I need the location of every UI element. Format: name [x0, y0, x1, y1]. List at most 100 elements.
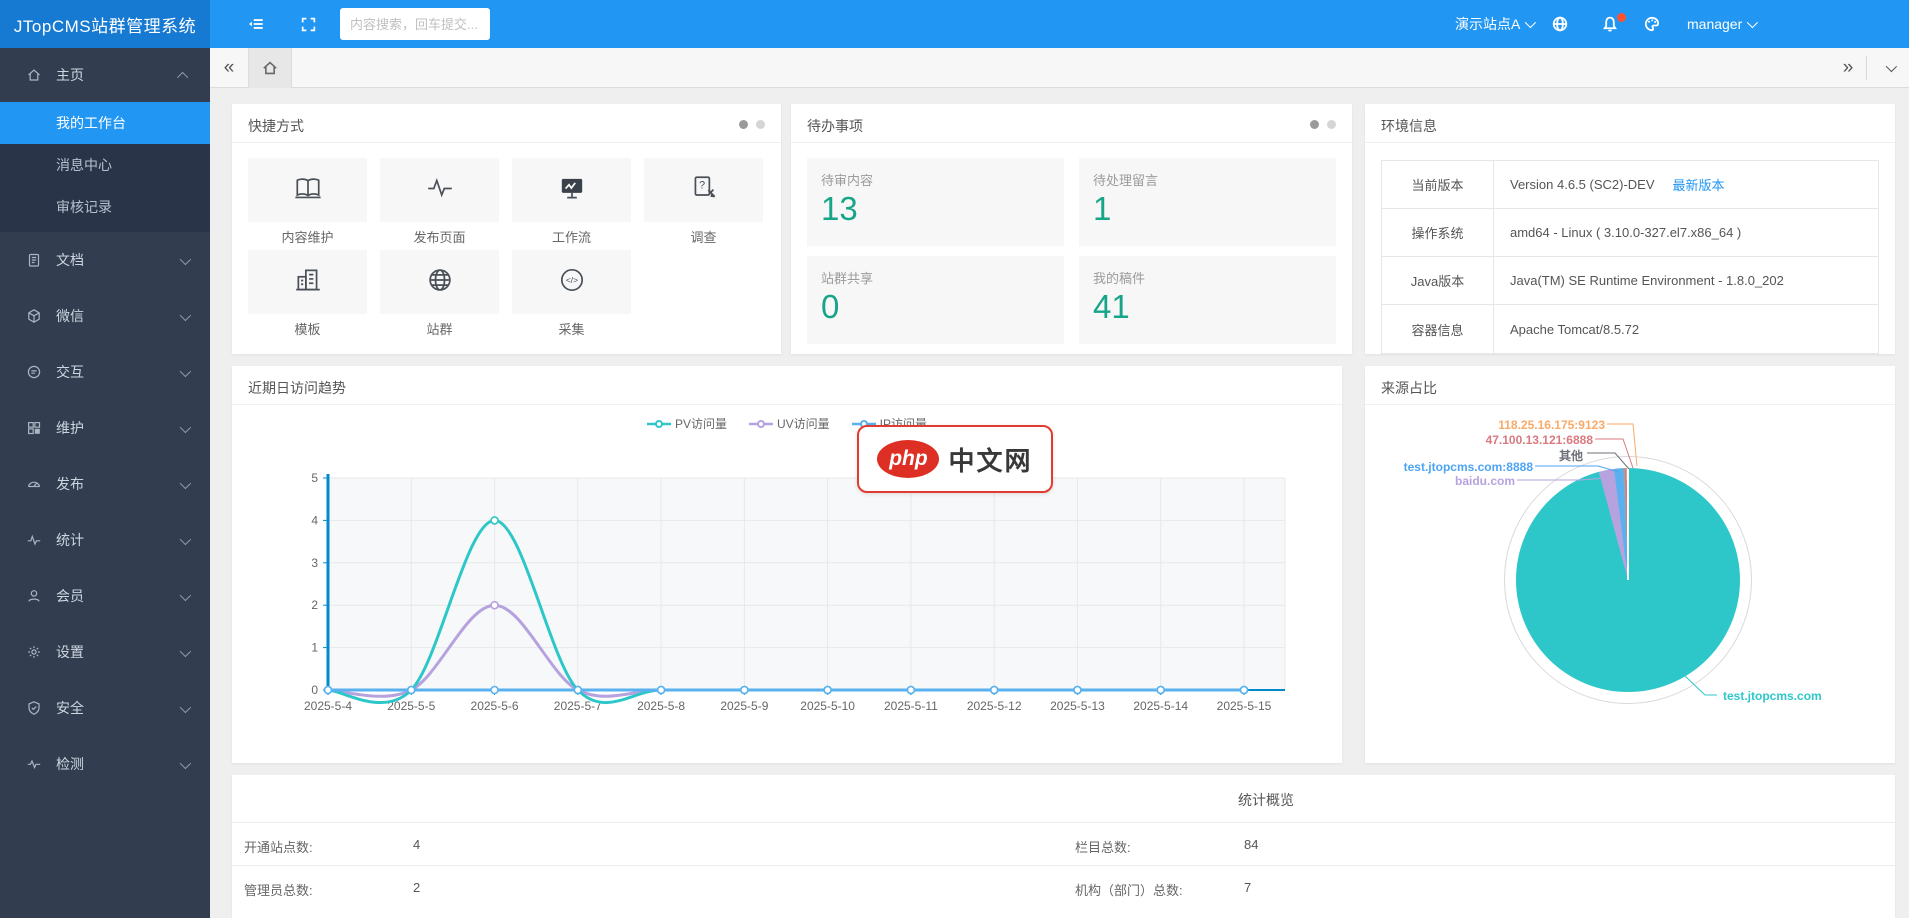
- php-watermark: php 中文网: [857, 425, 1053, 493]
- svg-text:2025-5-11: 2025-5-11: [884, 699, 938, 713]
- sidebar-item-2[interactable]: 微信: [0, 288, 210, 344]
- sidebar-subitem[interactable]: 审核记录: [0, 186, 210, 228]
- svg-text:1: 1: [311, 641, 318, 655]
- env-key: 容器信息: [1382, 305, 1494, 353]
- shortcut-tile[interactable]: [512, 158, 631, 222]
- carousel-dots: [739, 120, 765, 129]
- shortcut-tile[interactable]: [248, 250, 367, 314]
- tabs-scroll-right-button[interactable]: »: [1831, 48, 1865, 88]
- pie-label: baidu.com: [1455, 474, 1515, 488]
- pulse-icon: [26, 532, 42, 548]
- shortcut-label: 发布页面: [380, 222, 499, 250]
- user-menu[interactable]: manager: [1687, 0, 1755, 48]
- sidebar-item-5[interactable]: 发布: [0, 456, 210, 512]
- legend-item[interactable]: UV访问量: [749, 415, 830, 432]
- shortcut-tile[interactable]: [380, 250, 499, 314]
- sidebar-item-3[interactable]: 交互: [0, 344, 210, 400]
- doc-icon: [26, 252, 42, 268]
- carousel-dot-active[interactable]: [1310, 120, 1319, 129]
- divider: [791, 142, 1352, 143]
- sidebar-item-4[interactable]: 维护: [0, 400, 210, 456]
- shortcut-5: 站群: [380, 250, 499, 342]
- chevron-down-icon: [180, 478, 191, 489]
- carousel-dot[interactable]: [756, 120, 765, 129]
- sidebar-item-8[interactable]: 设置: [0, 624, 210, 680]
- pie-leader-lines: [1365, 366, 1895, 763]
- todo-tile-2[interactable]: 站群共享0: [807, 256, 1064, 344]
- svg-text:2025-5-6: 2025-5-6: [471, 699, 519, 713]
- tabs-scroll-left-button[interactable]: «: [212, 48, 246, 88]
- svg-text:</>: </>: [565, 275, 577, 285]
- stats-cell: 栏目总数:84: [1063, 823, 1894, 865]
- legend-label: PV访问量: [675, 415, 727, 432]
- grid-icon: [26, 420, 42, 436]
- env-row-3: 容器信息Apache Tomcat/8.5.72: [1382, 305, 1878, 353]
- sidebar: 主页我的工作台消息中心审核记录文档微信交互维护发布统计会员设置安全检测: [0, 48, 210, 918]
- svg-text:2025-5-12: 2025-5-12: [967, 699, 1022, 713]
- todo-tile-3[interactable]: 我的稿件41: [1079, 256, 1336, 344]
- bell-icon[interactable]: [1590, 0, 1630, 48]
- pie-label: 118.25.16.175:9123: [1498, 418, 1605, 432]
- sidebar-item-label: 交互: [56, 362, 84, 382]
- shortcut-tile[interactable]: [248, 158, 367, 222]
- globe2-icon: [425, 265, 455, 300]
- tabs-menu-button[interactable]: [1873, 48, 1907, 88]
- chevron-down-icon: [180, 758, 191, 769]
- gear-icon: [26, 644, 42, 660]
- stat-value: 2: [413, 880, 420, 895]
- svg-text:?: ?: [699, 179, 705, 191]
- sidebar-subitem[interactable]: 消息中心: [0, 144, 210, 186]
- sidebar-submenu: 我的工作台消息中心审核记录: [0, 102, 210, 232]
- legend-marker-icon: [647, 419, 671, 429]
- card-title: 待办事项: [807, 116, 863, 136]
- carousel-dot[interactable]: [1327, 120, 1336, 129]
- shortcut-4: 模板: [248, 250, 367, 342]
- legend-item[interactable]: PV访问量: [647, 415, 727, 432]
- shortcut-tile[interactable]: [380, 158, 499, 222]
- traffic-chart-card: 近期日访问趋势 PV访问量UV访问量IP访问量 0123452025-5-420…: [232, 366, 1342, 763]
- sidebar-item-10[interactable]: 检测: [0, 736, 210, 792]
- todo-tile-1[interactable]: 待处理留言1: [1079, 158, 1336, 246]
- buildings-icon: [293, 265, 323, 300]
- survey-icon: ?: [689, 173, 719, 208]
- stats-row-1: 管理员总数:2机构（部门）总数:7: [232, 865, 1895, 908]
- todos-card: 待办事项 待审内容13待处理留言1站群共享0我的稿件41: [791, 104, 1352, 354]
- env-row-0: 当前版本Version 4.6.5 (SC2)-DEV最新版本: [1382, 161, 1878, 209]
- sidebar-item-1[interactable]: 文档: [0, 232, 210, 288]
- sidebar-item-7[interactable]: 会员: [0, 568, 210, 624]
- svg-text:5: 5: [311, 471, 318, 485]
- sidebar-subitem-active[interactable]: 我的工作台: [0, 102, 210, 144]
- shortcut-tile[interactable]: </>: [512, 250, 631, 314]
- chart-legend: PV访问量UV访问量IP访问量: [232, 415, 1342, 432]
- fullscreen-icon[interactable]: [288, 0, 328, 48]
- sidebar-item-0[interactable]: 主页: [0, 48, 210, 102]
- stats-cell: 机构（部门）总数:7: [1063, 866, 1894, 908]
- carousel-dot-active[interactable]: [739, 120, 748, 129]
- chevron-down-icon: [180, 366, 191, 377]
- sidebar-item-6[interactable]: 统计: [0, 512, 210, 568]
- shortcut-1: 发布页面: [380, 158, 499, 250]
- sources-pie-card: 来源占比 118.25.16.175:912347.100.13.121:688…: [1365, 366, 1895, 763]
- globe-icon[interactable]: [1540, 0, 1580, 48]
- chevron-down-icon: [180, 254, 191, 265]
- search-input[interactable]: [340, 8, 490, 40]
- sidebar-item-9[interactable]: 安全: [0, 680, 210, 736]
- shortcut-tile[interactable]: ?: [644, 158, 763, 222]
- site-selector[interactable]: 演示站点A: [1455, 0, 1533, 48]
- svg-text:3: 3: [311, 556, 318, 570]
- sidebar-item-label: 会员: [56, 586, 84, 606]
- menu-fold-icon[interactable]: [236, 0, 276, 48]
- shortcuts-grid: 内容维护发布页面工作流?调查模板站群</>采集: [248, 158, 763, 342]
- tab-home[interactable]: [248, 48, 292, 88]
- env-key: Java版本: [1382, 257, 1494, 304]
- chevron-down-icon: [180, 646, 191, 657]
- stat-value: 4: [413, 837, 420, 852]
- chevron-down-icon: [180, 534, 191, 545]
- theme-palette-icon[interactable]: [1632, 0, 1672, 48]
- stats-cell: 管理员总数:2: [232, 866, 1063, 908]
- tabbar-divider: [1866, 56, 1867, 80]
- latest-version-link[interactable]: 最新版本: [1673, 175, 1725, 194]
- todo-tile-0[interactable]: 待审内容13: [807, 158, 1064, 246]
- svg-text:2025-5-8: 2025-5-8: [637, 699, 685, 713]
- sidebar-item-label: 设置: [56, 642, 84, 662]
